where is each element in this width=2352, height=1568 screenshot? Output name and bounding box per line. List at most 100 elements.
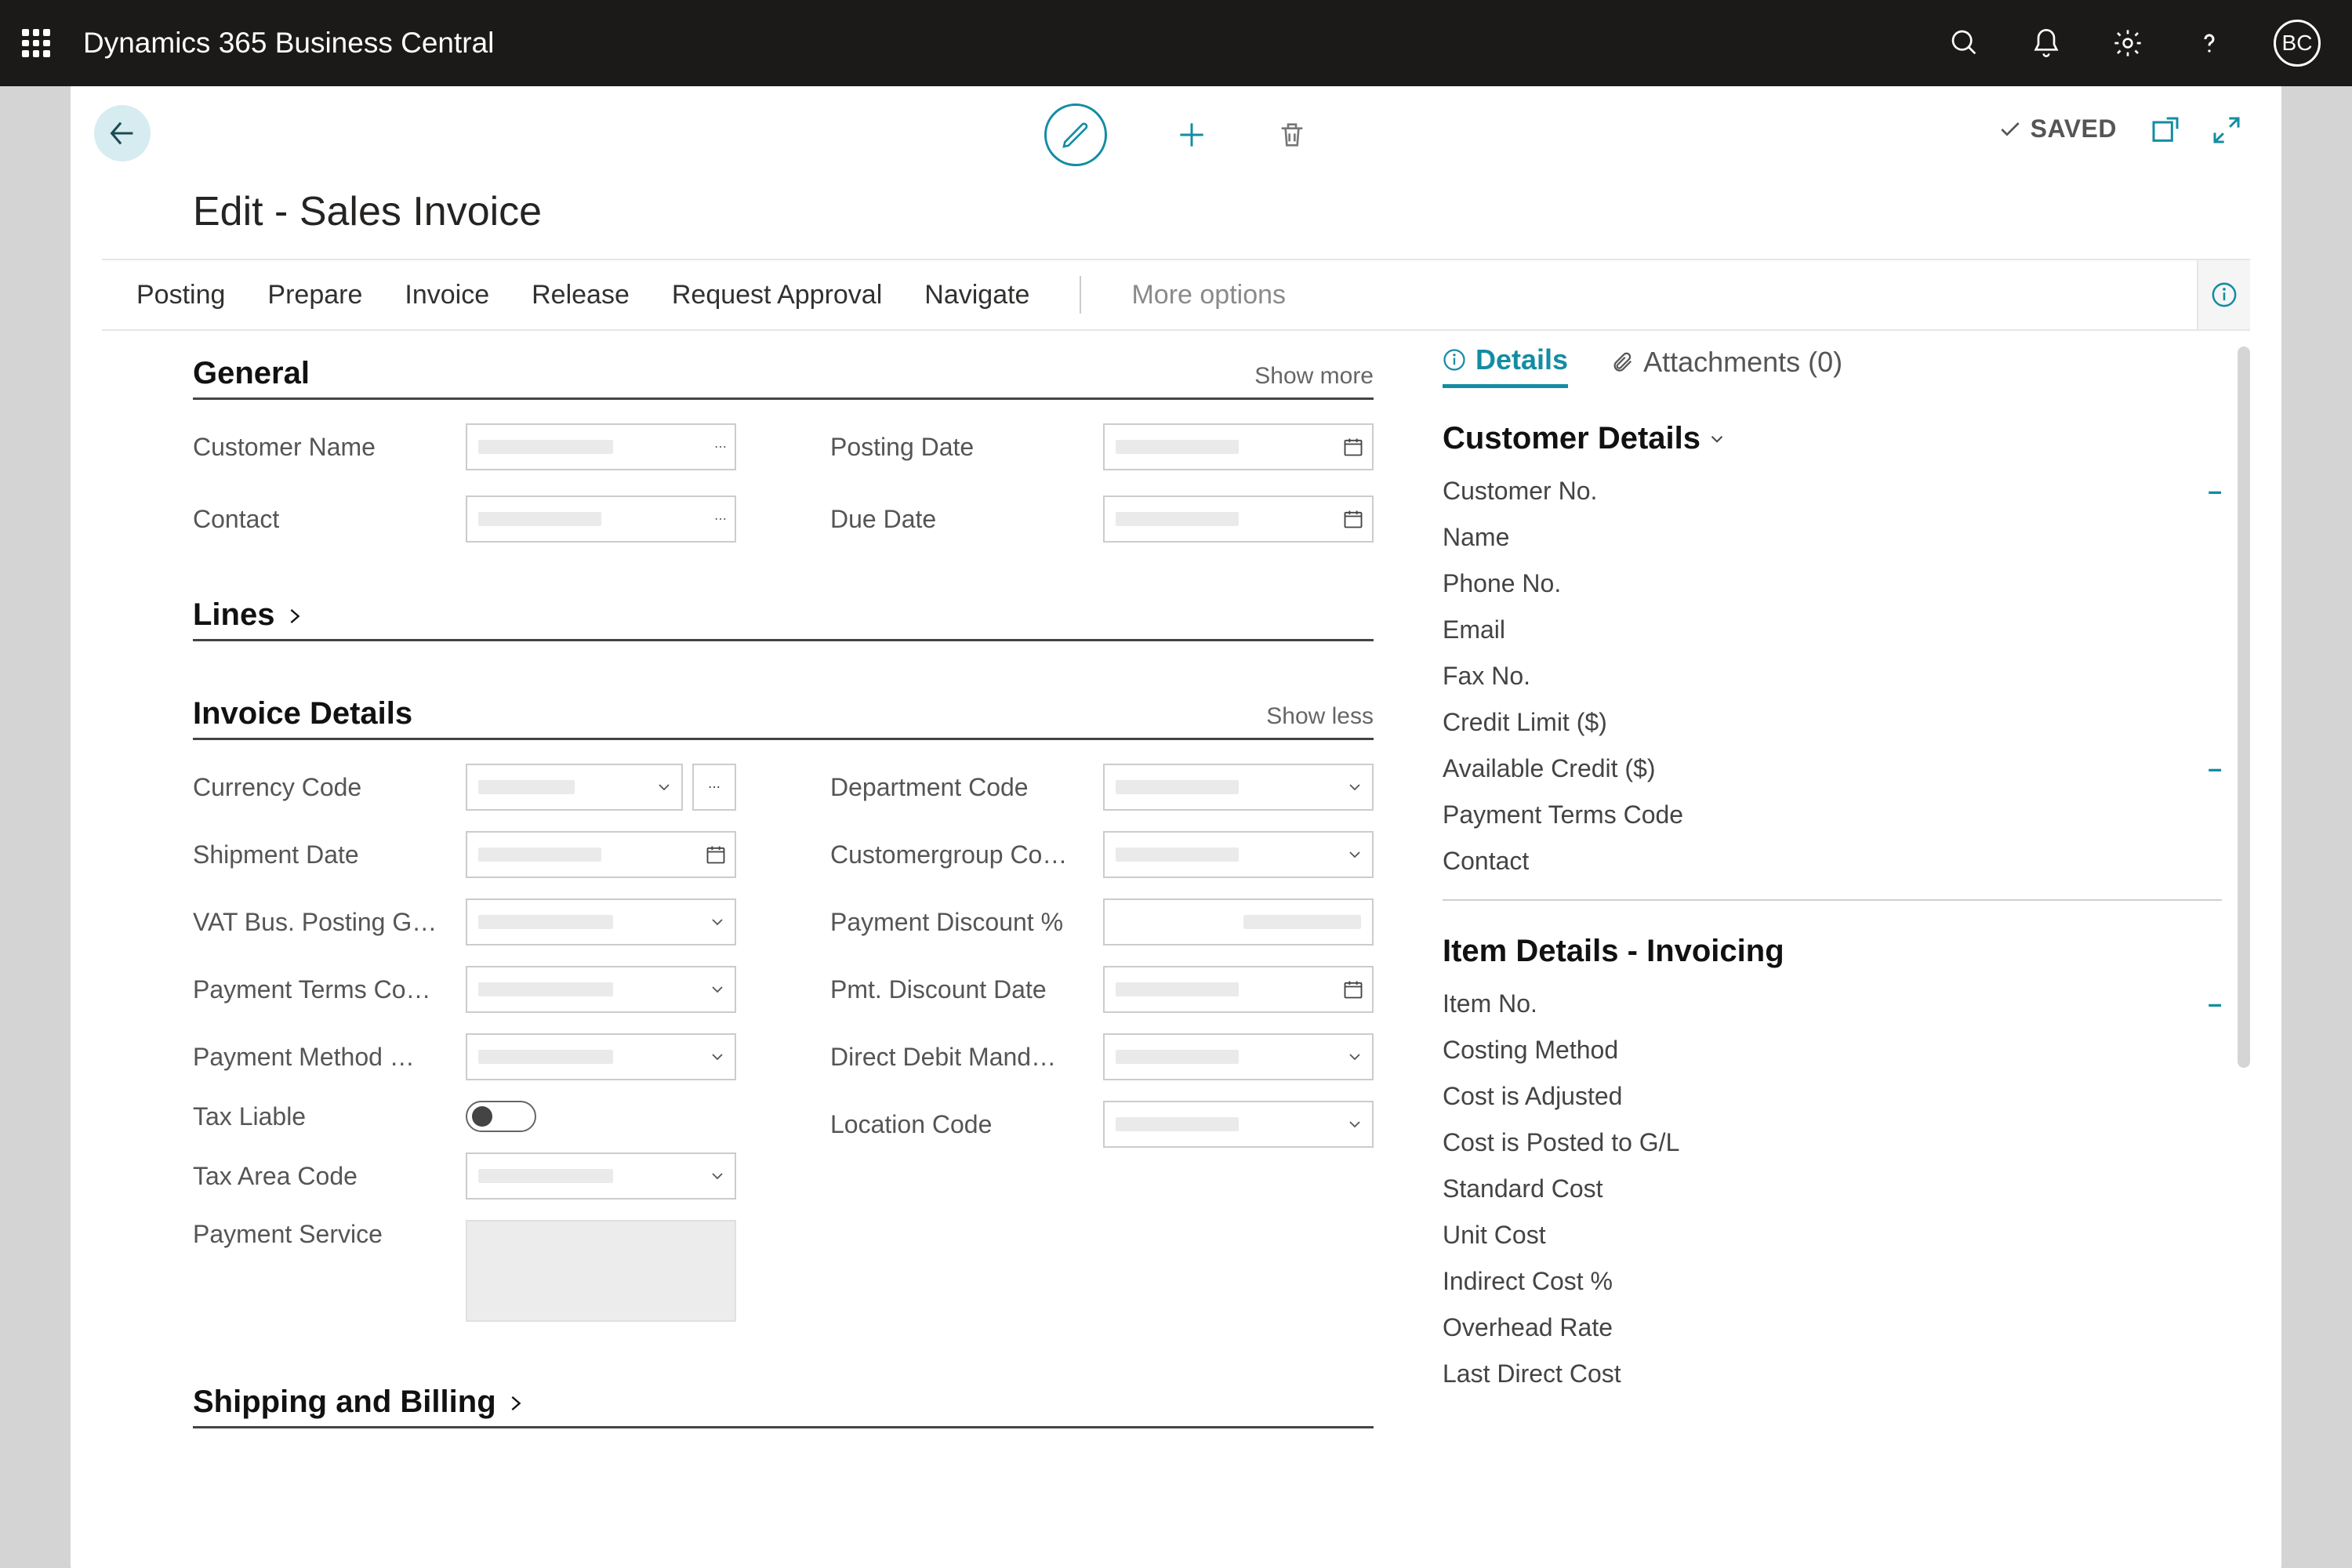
fb-row-value-link[interactable]: –	[2208, 754, 2222, 783]
invoice-details-form: Currency Code ⋯ Shipment Date	[193, 740, 1374, 1322]
calendar-icon[interactable]	[705, 844, 727, 866]
direct-debit-input[interactable]	[1103, 1033, 1374, 1080]
section-lines-header[interactable]: Lines	[193, 597, 1374, 641]
fb-row-label: Email	[1443, 615, 1505, 644]
field-posting-date: Posting Date	[830, 423, 1374, 470]
fb-row: Available Credit ($)–	[1443, 754, 2222, 783]
action-request-approval[interactable]: Request Approval	[672, 280, 882, 310]
product-title: Dynamics 365 Business Central	[83, 27, 494, 60]
new-record-button[interactable]	[1174, 118, 1209, 152]
due-date-input[interactable]	[1103, 495, 1374, 543]
chevron-down-icon[interactable]	[708, 1167, 727, 1185]
action-prepare[interactable]: Prepare	[267, 280, 362, 310]
field-direct-debit-mandate: Direct Debit Mand…	[830, 1033, 1374, 1080]
customer-name-input[interactable]: ⋯	[466, 423, 736, 470]
posting-date-input[interactable]	[1103, 423, 1374, 470]
app-launcher-icon[interactable]	[22, 29, 50, 57]
contact-input[interactable]: ⋯	[466, 495, 736, 543]
fb-item-details-header[interactable]: Item Details - Invoicing	[1443, 934, 2222, 969]
field-customer-name: Customer Name ⋯	[193, 423, 736, 470]
info-pane-toggle[interactable]	[2197, 260, 2250, 329]
vat-bus-posting-input[interactable]	[466, 898, 736, 946]
chevron-down-icon[interactable]	[1345, 845, 1364, 864]
general-show-more[interactable]: Show more	[1254, 363, 1374, 390]
fb-row-label: Credit Limit ($)	[1443, 708, 1607, 737]
fb-row-label: Cost is Adjusted	[1443, 1082, 1622, 1111]
section-general-header[interactable]: General Show more	[193, 356, 1374, 400]
action-navigate[interactable]: Navigate	[924, 280, 1029, 310]
pmt-discount-date-input[interactable]	[1103, 966, 1374, 1013]
chevron-down-icon[interactable]	[1345, 1115, 1364, 1134]
factbox-tabs: Details Attachments (0)	[1443, 331, 2222, 388]
payment-discount-pct-input[interactable]	[1103, 898, 1374, 946]
action-release[interactable]: Release	[532, 280, 630, 310]
invoice-details-show-less[interactable]: Show less	[1266, 703, 1374, 730]
chevron-right-icon	[505, 1385, 527, 1419]
field-due-date: Due Date	[830, 495, 1374, 543]
collapse-icon	[2211, 114, 2242, 146]
field-pmt-discount-date: Pmt. Discount Date	[830, 966, 1374, 1013]
calendar-icon[interactable]	[1342, 978, 1364, 1000]
pencil-icon	[1060, 119, 1091, 151]
location-code-input[interactable]	[1103, 1101, 1374, 1148]
ellipsis-icon[interactable]: ⋯	[714, 439, 727, 455]
chevron-down-icon[interactable]	[1345, 1047, 1364, 1066]
customergroup-code-input[interactable]	[1103, 831, 1374, 878]
fb-row: Standard Cost	[1443, 1174, 2222, 1203]
field-contact: Contact ⋯	[193, 495, 736, 543]
tab-details[interactable]: Details	[1443, 343, 1568, 388]
shipment-date-input[interactable]	[466, 831, 736, 878]
field-customergroup-code: Customergroup Co…	[830, 831, 1374, 878]
fb-row: Cost is Adjusted	[1443, 1082, 2222, 1111]
open-new-window-button[interactable]	[2150, 114, 2181, 146]
currency-code-input[interactable]	[466, 764, 683, 811]
back-button[interactable]	[94, 105, 151, 162]
currency-ellipsis-button[interactable]: ⋯	[692, 764, 736, 811]
chevron-down-icon[interactable]	[708, 980, 727, 999]
fb-row: Indirect Cost %	[1443, 1267, 2222, 1296]
action-invoice[interactable]: Invoice	[405, 280, 489, 310]
calendar-icon[interactable]	[1342, 508, 1364, 530]
action-posting[interactable]: Posting	[136, 280, 225, 310]
trash-icon	[1276, 119, 1308, 151]
section-general-title: General	[193, 356, 310, 391]
chevron-down-icon[interactable]	[655, 778, 673, 797]
fb-row: Payment Terms Code	[1443, 800, 2222, 829]
general-form: Customer Name ⋯ Posting Date	[193, 400, 1374, 543]
search-icon[interactable]	[1947, 26, 1982, 60]
chevron-down-icon[interactable]	[708, 1047, 727, 1066]
field-location-code: Location Code	[830, 1101, 1374, 1148]
factbox-scrollbar[interactable]	[2238, 347, 2250, 1068]
section-shipping-billing-header[interactable]: Shipping and Billing	[193, 1385, 1374, 1428]
tax-liable-toggle[interactable]	[466, 1101, 536, 1132]
settings-gear-icon[interactable]	[2111, 26, 2145, 60]
global-topbar: Dynamics 365 Business Central BC	[0, 0, 2352, 86]
fb-customer-details-header[interactable]: Customer Details	[1443, 421, 2222, 456]
payment-method-input[interactable]	[466, 1033, 736, 1080]
fb-row-label: Overhead Rate	[1443, 1313, 1613, 1342]
notifications-icon[interactable]	[2029, 26, 2063, 60]
section-invoice-details-header[interactable]: Invoice Details Show less	[193, 696, 1374, 740]
edit-mode-button[interactable]	[1044, 103, 1107, 166]
more-options-button[interactable]: More options	[1131, 280, 1286, 310]
calendar-icon[interactable]	[1342, 436, 1364, 458]
fb-row-value-link[interactable]: –	[2208, 477, 2222, 506]
user-avatar[interactable]: BC	[2274, 20, 2321, 67]
field-payment-discount-pct: Payment Discount %	[830, 898, 1374, 946]
ellipsis-icon[interactable]: ⋯	[714, 511, 727, 527]
fb-row-value-link[interactable]: –	[2208, 989, 2222, 1018]
page-title: Edit - Sales Invoice	[71, 180, 2281, 259]
main-split: General Show more Customer Name ⋯ Postin…	[102, 331, 2250, 1554]
fb-row: Unit Cost	[1443, 1221, 2222, 1250]
delete-record-button[interactable]	[1276, 119, 1308, 151]
collapse-factbox-button[interactable]	[2211, 114, 2242, 146]
tax-area-input[interactable]	[466, 1152, 736, 1200]
fb-customer-details-list: Customer No.–NamePhone No.EmailFax No.Cr…	[1443, 477, 2222, 876]
department-code-input[interactable]	[1103, 764, 1374, 811]
chevron-down-icon[interactable]	[1345, 778, 1364, 797]
fb-row-label: Cost is Posted to G/L	[1443, 1128, 1679, 1157]
tab-attachments[interactable]: Attachments (0)	[1610, 346, 1842, 387]
payment-terms-input[interactable]	[466, 966, 736, 1013]
help-icon[interactable]	[2192, 26, 2227, 60]
chevron-down-icon[interactable]	[708, 913, 727, 931]
